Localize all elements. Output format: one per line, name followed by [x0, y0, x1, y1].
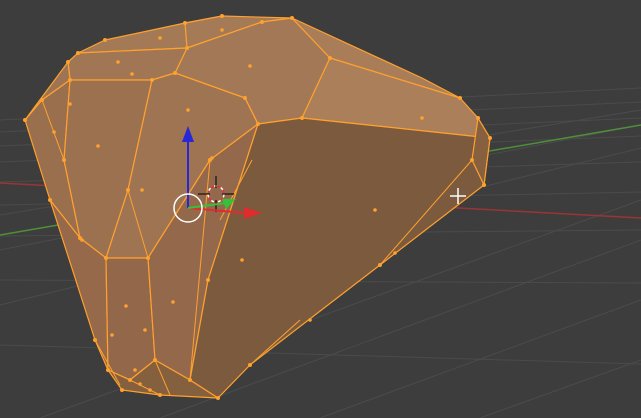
mesh-face[interactable]: [105, 257, 156, 381]
3d-viewport[interactable]: [0, 0, 641, 418]
viewport-canvas[interactable]: [0, 0, 641, 418]
